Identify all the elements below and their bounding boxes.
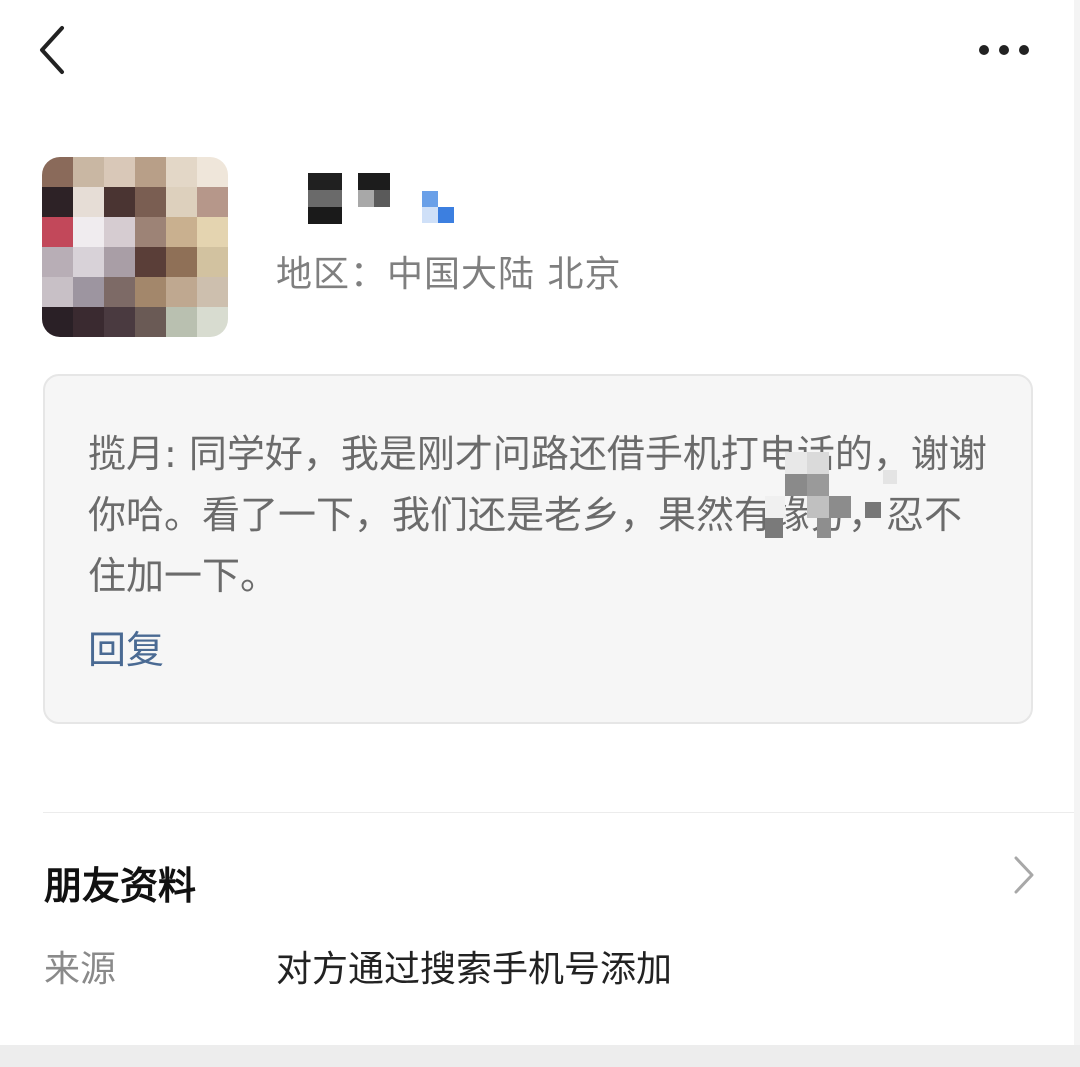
source-label: 来源 xyxy=(44,949,117,990)
chevron-right-icon xyxy=(1014,856,1034,894)
chevron-left-icon xyxy=(40,26,64,74)
right-edge-shade xyxy=(1074,0,1080,1045)
more-horizontal-icon xyxy=(979,45,1029,55)
source-value: 对方通过搜索手机号添加 xyxy=(276,949,673,990)
message-mosaic xyxy=(765,452,905,542)
avatar[interactable] xyxy=(42,157,228,337)
top-bar xyxy=(0,0,1080,110)
friend-profile-row[interactable]: 朋友资料 xyxy=(0,840,1080,930)
bottom-separator xyxy=(0,1045,1080,1067)
more-options-button[interactable] xyxy=(970,30,1040,70)
back-button[interactable] xyxy=(26,22,82,78)
greeting-message-card: 揽月: 同学好，我是刚才问路还借手机打电话的，谢谢你哈。看了一下，我们还是老乡，… xyxy=(43,374,1033,724)
section-divider xyxy=(43,812,1080,813)
friend-profile-title: 朋友资料 xyxy=(44,864,197,908)
region-text: 地区：中国大陆 北京 xyxy=(276,254,622,295)
reply-button[interactable]: 回复 xyxy=(88,624,164,676)
nickname-mosaic xyxy=(308,173,458,225)
